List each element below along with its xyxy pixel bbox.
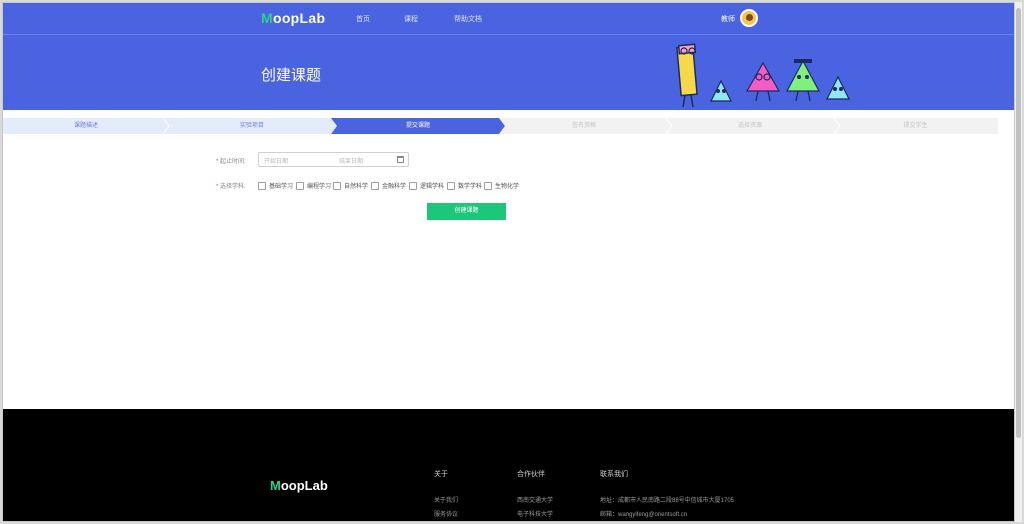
subject-checkbox[interactable]: 金融科学	[371, 181, 406, 190]
checkbox[interactable]	[484, 181, 492, 190]
user-name[interactable]: 教师	[721, 14, 735, 24]
checkbox[interactable]	[447, 181, 455, 190]
footer-link-partner-1[interactable]: 西南交通大学	[517, 495, 553, 504]
start-date-placeholder[interactable]: 开始日期	[264, 156, 288, 165]
scrollbar-thumb[interactable]	[1016, 8, 1021, 438]
step-1-describe[interactable]: 课题描述	[3, 118, 169, 134]
footer-logo[interactable]: MoopLab	[270, 478, 328, 493]
footer-contact-email[interactable]: 邮箱：wangyifeng@orientsoft.cn	[600, 509, 687, 518]
footer-link-partner-2[interactable]: 电子科技大学	[517, 509, 553, 518]
time-range-label: * 起止时间:	[216, 159, 246, 165]
moop-lab-logo[interactable]: MoopLab	[261, 10, 325, 26]
subject-checkbox[interactable]: 基础学习	[258, 181, 293, 190]
nav-home[interactable]: 首页	[356, 14, 370, 24]
footer-contact-address: 地址：成都市人民南路二段88号中信城市大厦1705	[600, 498, 735, 504]
step-5-resources: 选择资源	[737, 123, 762, 129]
footer-contact-heading: 联系我们	[600, 471, 628, 478]
footer-about-heading: 关于	[434, 471, 448, 478]
subject-label: * 选择学科:	[216, 184, 246, 190]
mascot-illustration	[676, 43, 850, 108]
date-range-picker[interactable]: 开始日期 结束日期	[258, 152, 409, 167]
checkbox[interactable]	[409, 181, 417, 190]
page-banner: 创建课题	[3, 35, 1014, 110]
checkbox[interactable]	[371, 181, 379, 190]
subject-checkbox[interactable]: 自然科学	[333, 181, 368, 190]
step-2-experiment[interactable]: 实验项目	[169, 118, 335, 134]
nav-help-docs[interactable]: 帮助文档	[454, 14, 482, 24]
subject-checkbox[interactable]: 生物化学	[484, 181, 519, 190]
step-4-qualification: 签名资格	[571, 123, 596, 129]
avatar[interactable]	[740, 9, 758, 27]
end-date-placeholder[interactable]: 结束日期	[339, 156, 363, 165]
browser-viewport: MoopLab 首页 课程 帮助文档 教师 创建课题 课题描述 实验项目 提交课…	[2, 2, 1015, 522]
create-topic-button[interactable]: 创建课题	[427, 203, 506, 220]
nav-courses[interactable]: 课程	[404, 14, 418, 24]
checkbox[interactable]	[258, 181, 266, 190]
calendar-icon[interactable]	[397, 156, 404, 163]
progress-steps: 课题描述 实验项目 提交课题 签名资格 选择资源 提交学生	[3, 118, 998, 134]
top-navigation: MoopLab 首页 课程 帮助文档 教师	[3, 3, 1014, 35]
site-footer: MoopLab 关于 关于我们 服务协议 合作伙伴 西南交通大学 电子科技大学 …	[3, 409, 1014, 521]
checkbox[interactable]	[296, 181, 304, 190]
footer-partners-heading: 合作伙伴	[517, 471, 545, 478]
subject-checkbox[interactable]: 逻辑学科	[409, 181, 444, 190]
checkbox[interactable]	[333, 181, 341, 190]
step-6-students: 提交学生	[903, 123, 928, 129]
step-3-submit[interactable]: 提交课题	[335, 118, 501, 134]
subject-checkbox[interactable]: 编程学习	[296, 181, 331, 190]
page-title: 创建课题	[261, 67, 322, 84]
vertical-scrollbar[interactable]	[1015, 2, 1022, 522]
footer-link-about-us[interactable]: 关于我们	[434, 495, 458, 504]
footer-link-terms[interactable]: 服务协议	[434, 509, 458, 518]
subject-checkbox[interactable]: 数学学科	[447, 181, 482, 190]
